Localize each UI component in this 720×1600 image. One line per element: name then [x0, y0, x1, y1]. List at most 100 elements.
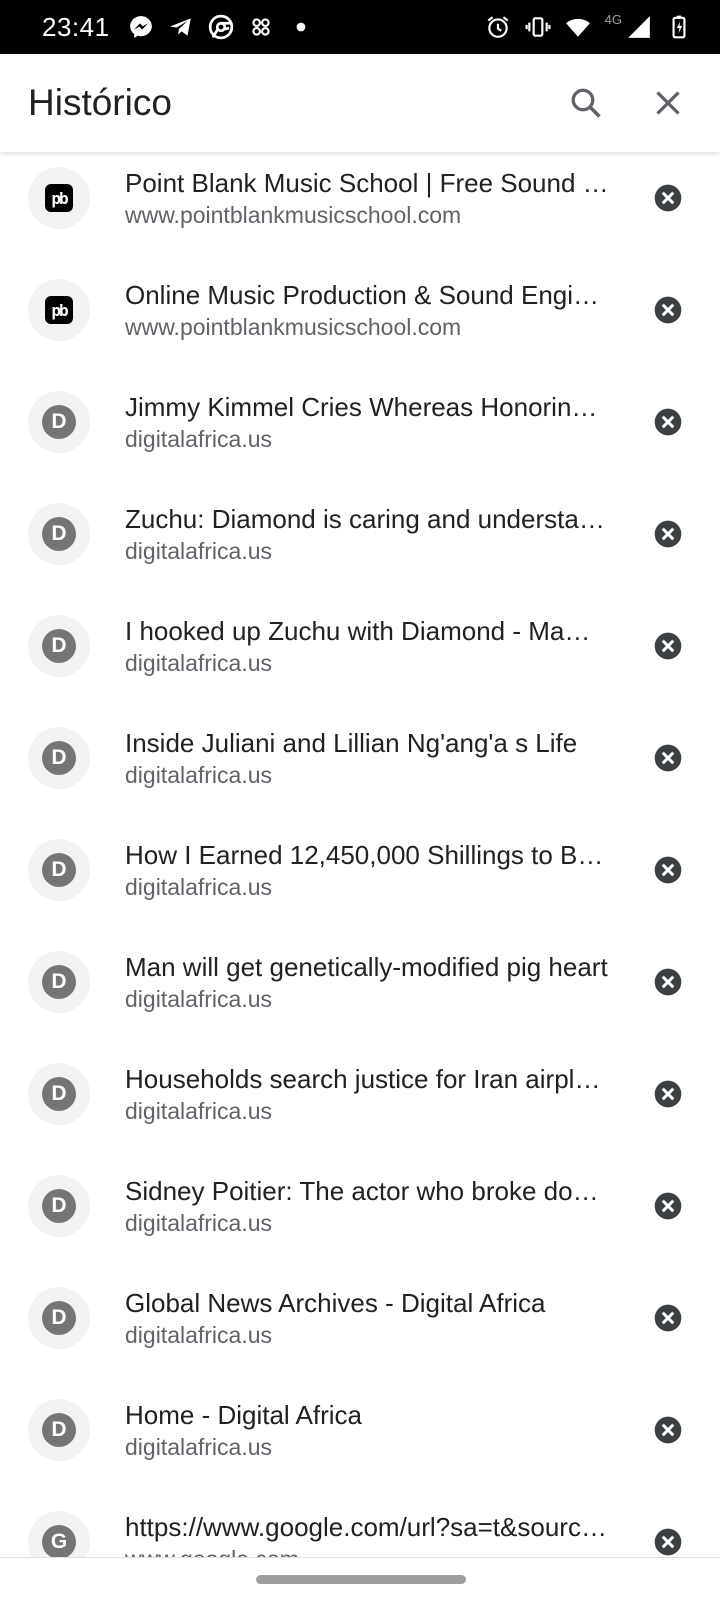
history-item[interactable]: D How I Earned 12,450,000 Shillings to Bu… — [0, 814, 720, 926]
history-item[interactable]: pb Point Blank Music School | Free Sound … — [0, 152, 720, 254]
history-item-title: Sidney Poitier: The actor who broke down… — [125, 1176, 610, 1206]
vibrate-icon — [525, 14, 551, 40]
history-item-url: digitalafrica.us — [125, 874, 273, 900]
site-favicon: G — [28, 1511, 90, 1557]
remove-circle-icon — [654, 1416, 682, 1444]
history-item-url: digitalafrica.us — [125, 650, 273, 676]
wifi-icon — [565, 14, 591, 40]
remove-history-item-button[interactable] — [644, 510, 692, 558]
history-item-text: Jimmy Kimmel Cries Whereas Honoring Bett… — [125, 390, 610, 454]
history-item-url: digitalafrica.us — [125, 1098, 273, 1124]
search-button[interactable] — [562, 79, 610, 127]
letter-favicon-icon: G — [42, 1525, 76, 1557]
history-item[interactable]: D Global News Archives - Digital Africa di… — [0, 1262, 720, 1374]
site-favicon: D — [28, 503, 90, 565]
messenger-icon — [128, 14, 154, 40]
status-bar: 23:41 4G — [0, 0, 720, 54]
site-favicon: D — [28, 1063, 90, 1125]
remove-circle-icon — [654, 968, 682, 996]
remove-circle-icon — [654, 184, 682, 212]
remove-history-item-button[interactable] — [644, 1406, 692, 1454]
site-favicon: pb — [28, 279, 90, 341]
remove-circle-icon — [654, 632, 682, 660]
alarm-icon — [485, 14, 511, 40]
history-item-text: Sidney Poitier: The actor who broke down… — [125, 1174, 610, 1238]
history-item[interactable]: D Zuchu: Diamond is caring and understand… — [0, 478, 720, 590]
remove-history-item-button[interactable] — [644, 1182, 692, 1230]
site-favicon: D — [28, 1287, 90, 1349]
dot-icon — [288, 14, 314, 40]
history-item-title: Global News Archives - Digital Africa — [125, 1288, 546, 1318]
remove-circle-icon — [654, 1304, 682, 1332]
app-bar: Histórico — [0, 54, 720, 152]
history-item-url: digitalafrica.us — [125, 986, 273, 1012]
remove-history-item-button[interactable] — [644, 846, 692, 894]
close-button[interactable] — [644, 79, 692, 127]
history-item-title: Online Music Production & Sound Engineer… — [125, 280, 610, 310]
history-item-text: How I Earned 12,450,000 Shillings to Buy… — [125, 838, 610, 902]
history-item-title: Households search justice for Iran airpl… — [125, 1064, 610, 1094]
remove-history-item-button[interactable] — [644, 1518, 692, 1557]
site-favicon: D — [28, 839, 90, 901]
history-item[interactable]: D Man will get genetically-modified pig h… — [0, 926, 720, 1038]
history-item-title: https://www.google.com/url?sa=t&source=w… — [125, 1512, 610, 1542]
history-item-url: digitalafrica.us — [125, 1434, 273, 1460]
search-icon — [571, 88, 601, 118]
cloverleaf-icon — [248, 14, 274, 40]
history-list[interactable]: pb Point Blank Music School | Free Sound … — [0, 152, 720, 1557]
site-favicon: D — [28, 1175, 90, 1237]
history-item[interactable]: D Jimmy Kimmel Cries Whereas Honoring Bet… — [0, 366, 720, 478]
telegram-icon — [168, 14, 194, 40]
remove-circle-icon — [654, 856, 682, 884]
history-item-text: Home - Digital Africa digitalafrica.us — [125, 1398, 610, 1462]
pointblank-logo-icon: pb — [45, 184, 73, 212]
history-item-text: https://www.google.com/url?sa=t&source=w… — [125, 1510, 610, 1557]
remove-history-item-button[interactable] — [644, 734, 692, 782]
history-item[interactable]: Ghttps://www.google.com/url?sa=t&source=… — [0, 1486, 720, 1557]
remove-circle-icon — [654, 744, 682, 772]
remove-history-item-button[interactable] — [644, 1294, 692, 1342]
history-item-url: www.google.com — [125, 1544, 610, 1557]
letter-favicon-icon: D — [42, 629, 76, 663]
gesture-handle[interactable] — [256, 1575, 466, 1584]
remove-history-item-button[interactable] — [644, 1070, 692, 1118]
history-item[interactable]: D Home - Digital Africa digitalafrica.us — [0, 1374, 720, 1486]
history-item-url: digitalafrica.us — [125, 1210, 273, 1236]
pointblank-logo-icon: pb — [45, 296, 73, 324]
history-item-title: Home - Digital Africa — [125, 1400, 362, 1430]
history-item-text: Inside Juliani and Lillian Ng'ang'a s Li… — [125, 726, 610, 790]
remove-history-item-button[interactable] — [644, 622, 692, 670]
history-item-text: Man will get genetically-modified pig he… — [125, 950, 610, 1014]
history-item[interactable]: D Inside Juliani and Lillian Ng'ang'a s L… — [0, 702, 720, 814]
history-item[interactable]: D Households search justice for Iran airp… — [0, 1038, 720, 1150]
network-type-label: 4G — [604, 11, 622, 27]
history-item-text: I hooked up Zuchu with Diamond - Mama Da… — [125, 614, 610, 678]
site-favicon: D — [28, 615, 90, 677]
chrome-icon — [208, 14, 234, 40]
remove-circle-icon — [654, 1080, 682, 1108]
history-item[interactable]: D I hooked up Zuchu with Diamond - Mama D… — [0, 590, 720, 702]
history-item-text: Zuchu: Diamond is caring and understandi… — [125, 502, 610, 566]
signal-icon — [626, 14, 652, 40]
status-time: 23:41 — [42, 11, 110, 42]
history-item-url: www.pointblankmusicschool.com — [125, 202, 462, 228]
site-favicon: D — [28, 1399, 90, 1461]
history-item-title: Zuchu: Diamond is caring and understandi… — [125, 504, 610, 534]
letter-favicon-icon: D — [42, 1077, 76, 1111]
site-favicon: D — [28, 391, 90, 453]
history-item-url: digitalafrica.us — [125, 762, 273, 788]
remove-history-item-button[interactable] — [644, 958, 692, 1006]
history-item-title: Point Blank Music School | Free Sound Pa… — [125, 168, 610, 198]
remove-history-item-button[interactable] — [644, 174, 692, 222]
system-icons: 4G — [485, 11, 692, 40]
history-item-url: digitalafrica.us — [125, 426, 273, 452]
letter-favicon-icon: D — [42, 1301, 76, 1335]
letter-favicon-icon: D — [42, 741, 76, 775]
history-item[interactable]: D Sidney Poitier: The actor who broke dow… — [0, 1150, 720, 1262]
history-item[interactable]: pb Online Music Production & Sound Engine… — [0, 254, 720, 366]
remove-circle-icon — [654, 520, 682, 548]
remove-history-item-button[interactable] — [644, 286, 692, 334]
navigation-bar — [0, 1557, 720, 1600]
remove-history-item-button[interactable] — [644, 398, 692, 446]
history-item-text: Point Blank Music School | Free Sound Pa… — [125, 166, 610, 230]
